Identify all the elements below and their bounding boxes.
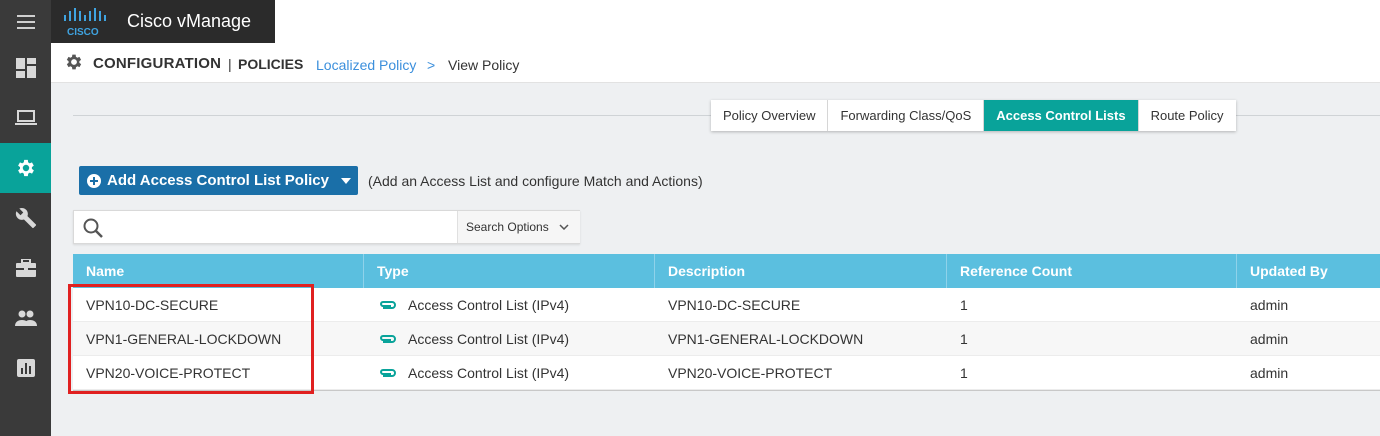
tab-route-policy[interactable]: Route Policy (1138, 100, 1236, 131)
cell-name: VPN1-GENERAL-LOCKDOWN (86, 331, 282, 347)
cell-type: Access Control List (IPv4) (364, 322, 655, 356)
chevron-down-icon (341, 177, 351, 184)
page-subtitle: POLICIES (238, 56, 304, 72)
cell-type: Access Control List (IPv4) (364, 356, 655, 390)
monitor-icon (14, 110, 37, 125)
app-title: Cisco vManage (127, 11, 252, 31)
cell-name: VPN10-DC-SECURE (86, 297, 219, 313)
dashboard-icon (15, 58, 36, 78)
bar-chart-icon (16, 359, 35, 377)
acl-policy-table: Name Type Description Reference Count Up… (73, 254, 1380, 391)
users-icon (14, 310, 37, 326)
title-separator: | (228, 56, 232, 72)
breadcrumb-localized-policy[interactable]: Localized Policy (316, 57, 416, 73)
table-row[interactable]: VPN10-DC-SECURE Access Control List (IPv… (73, 288, 1380, 322)
cell-description: VPN20-VOICE-PROTECT (668, 365, 833, 381)
add-access-control-list-policy-button[interactable]: Add Access Control List Policy (79, 166, 358, 195)
nav-configuration[interactable] (0, 143, 51, 193)
cell-type-text: Access Control List (IPv4) (408, 297, 570, 313)
nav-monitor[interactable] (0, 93, 51, 143)
page-header: CONFIGURATION | POLICIES Localized Polic… (51, 43, 1380, 83)
nav-administration[interactable] (0, 293, 51, 343)
breadcrumb-current: View Policy (448, 57, 520, 73)
cell-updated-by: admin (1250, 297, 1289, 313)
cisco-logo: CISCO (64, 7, 106, 38)
column-header-updated-by[interactable]: Updated By (1237, 254, 1380, 288)
gear-icon (17, 159, 34, 177)
column-header-reference-count[interactable]: Reference Count (947, 254, 1237, 288)
main-content: CONFIGURATION | POLICIES Localized Polic… (51, 43, 1380, 436)
add-button-label: Add Access Control List Policy (107, 172, 329, 189)
column-header-name[interactable]: Name (73, 254, 364, 288)
cell-updated-by: admin (1250, 365, 1289, 381)
tab-policy-overview[interactable]: Policy Overview (711, 100, 829, 131)
paperclip-icon (380, 335, 396, 343)
cell-type: Access Control List (IPv4) (364, 288, 655, 322)
table-header: Name Type Description Reference Count Up… (73, 254, 1380, 288)
cell-reference-count: 1 (960, 365, 968, 381)
search-bar: Search Options (73, 210, 580, 244)
column-header-description[interactable]: Description (655, 254, 947, 288)
brand-area: CISCO Cisco vManage (51, 0, 275, 43)
page-title: CONFIGURATION (93, 55, 222, 72)
nav-maintenance[interactable] (0, 243, 51, 293)
toolbox-icon (15, 259, 36, 277)
cell-type-text: Access Control List (IPv4) (408, 365, 570, 381)
search-options-label: Search Options (466, 220, 549, 234)
chevron-down-icon (559, 224, 569, 230)
wrench-icon (15, 208, 36, 229)
top-bar: CISCO Cisco vManage (0, 0, 1380, 43)
svg-text:CISCO: CISCO (67, 27, 99, 38)
paperclip-icon (380, 369, 396, 377)
column-header-type[interactable]: Type (364, 254, 655, 288)
cell-description: VPN1-GENERAL-LOCKDOWN (668, 331, 864, 347)
search-input[interactable] (110, 215, 450, 241)
nav-analytics[interactable] (0, 343, 51, 393)
cell-updated-by: admin (1250, 331, 1289, 347)
breadcrumb-separator: > (427, 57, 436, 73)
table-row[interactable]: VPN1-GENERAL-LOCKDOWN Access Control Lis… (73, 322, 1380, 356)
search-options-dropdown[interactable]: Search Options (457, 211, 580, 243)
add-hint-text: (Add an Access List and configure Match … (368, 173, 703, 189)
cell-reference-count: 1 (960, 331, 968, 347)
search-icon (83, 218, 103, 238)
vmanage-app: CISCO Cisco vManage CONFIGURATION | POLI… (0, 0, 1380, 436)
left-nav (0, 43, 51, 436)
cell-description: VPN10-DC-SECURE (668, 297, 801, 313)
hamburger-menu-icon[interactable] (0, 0, 51, 43)
table-row[interactable]: VPN20-VOICE-PROTECT Access Control List … (73, 356, 1380, 390)
gear-icon (66, 54, 82, 70)
cell-reference-count: 1 (960, 297, 968, 313)
table-bottom-border (73, 390, 1380, 391)
policy-tabs: Policy Overview Forwarding Class/QoS Acc… (711, 100, 1236, 131)
cell-name: VPN20-VOICE-PROTECT (86, 365, 251, 381)
tab-forwarding-class-qos[interactable]: Forwarding Class/QoS (828, 100, 985, 131)
nav-dashboard[interactable] (0, 43, 51, 93)
plus-circle-icon (87, 173, 101, 188)
paperclip-icon (380, 301, 396, 309)
tab-access-control-lists[interactable]: Access Control Lists (984, 100, 1139, 131)
cell-type-text: Access Control List (IPv4) (408, 331, 570, 347)
nav-tools[interactable] (0, 193, 51, 243)
